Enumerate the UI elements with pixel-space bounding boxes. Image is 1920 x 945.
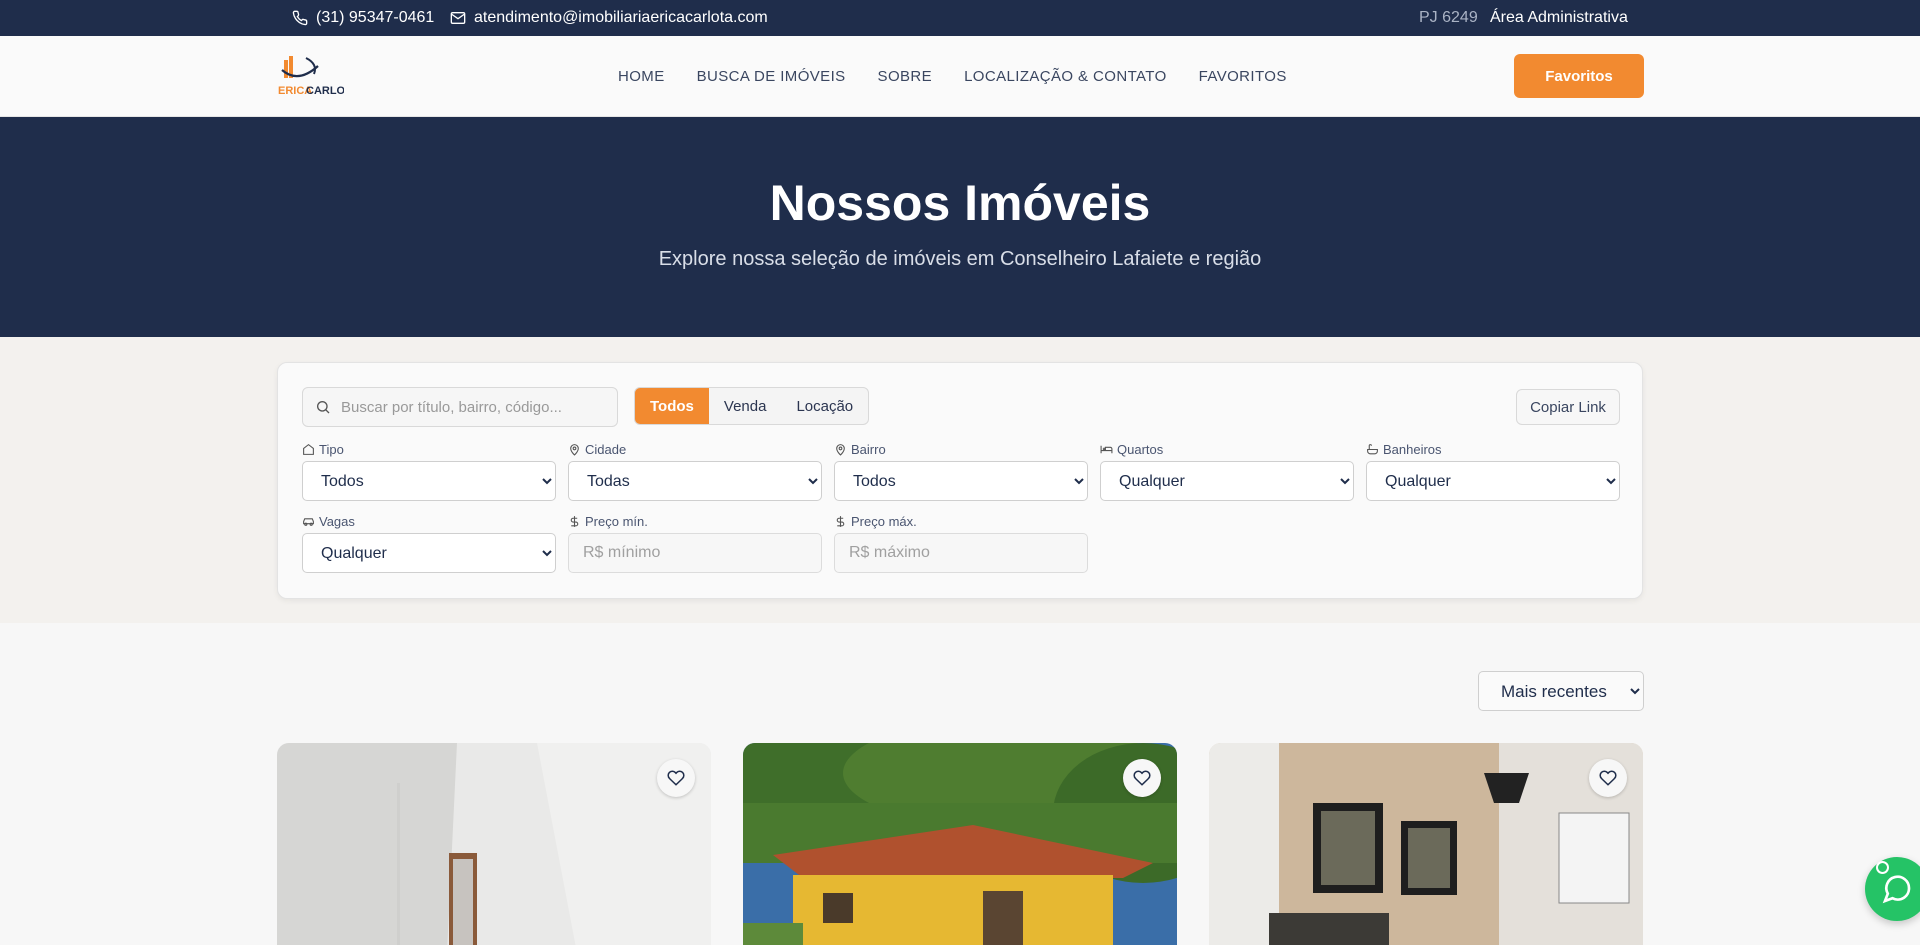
main-nav: HOME BUSCA DE IMÓVEIS SOBRE LOCALIZAÇÃO … <box>618 36 1287 117</box>
map-pin-icon <box>836 443 845 456</box>
segment-todos[interactable]: Todos <box>635 388 709 424</box>
phone-contact[interactable]: (31) 95347-0461 <box>292 0 434 36</box>
email-text: atendimento@imobiliariaericacarlota.com <box>474 9 768 26</box>
copy-link-button[interactable]: Copiar Link <box>1516 389 1620 425</box>
property-card[interactable] <box>277 743 711 945</box>
page-subtitle: Explore nossa seleção de imóveis em Cons… <box>658 248 1262 270</box>
nav-localizacao[interactable]: LOCALIZAÇÃO & CONTATO <box>964 68 1167 85</box>
property-card[interactable] <box>743 743 1177 945</box>
vagas-select[interactable]: Qualquer <box>302 533 556 573</box>
nav-home[interactable]: HOME <box>618 68 665 85</box>
search-input[interactable] <box>341 398 601 416</box>
home-icon <box>303 443 314 455</box>
bath-icon <box>1367 443 1378 454</box>
car-icon <box>303 517 314 526</box>
nav-busca[interactable]: BUSCA DE IMÓVEIS <box>697 68 846 85</box>
bairro-label: Bairro <box>851 441 886 457</box>
segment-locacao[interactable]: Locação <box>781 388 868 424</box>
cidade-select[interactable]: Todas <box>568 461 822 501</box>
heart-icon <box>1599 770 1617 786</box>
pj-number: PJ 6249 <box>1419 9 1478 26</box>
bairro-field: Bairro Todos <box>834 441 1088 501</box>
quartos-label: Quartos <box>1117 441 1164 457</box>
heart-icon <box>667 770 685 786</box>
property-photo <box>277 743 711 945</box>
mail-icon <box>450 12 466 24</box>
filter-card: Todos Venda Locação Copiar Link Tipo Tod… <box>277 362 1643 599</box>
property-photo <box>1209 743 1643 945</box>
listing-type-toggle: Todos Venda Locação <box>634 387 870 425</box>
quartos-field: Quartos Qualquer <box>1100 441 1354 501</box>
top-bar: (31) 95347-0461 atendimento@imobiliariae… <box>0 0 1920 36</box>
dollar-icon <box>570 515 579 527</box>
preco-max-label: Preço máx. <box>851 513 917 529</box>
property-photo <box>743 743 1177 945</box>
tipo-select[interactable]: Todos <box>302 461 556 501</box>
bairro-select[interactable]: Todos <box>834 461 1088 501</box>
whatsapp-chat-button[interactable] <box>1865 857 1920 921</box>
hero-banner: Nossos Imóveis Explore nossa seleção de … <box>0 117 1920 337</box>
site-header: ERICA CARLOTA HOME BUSCA DE IMÓVEIS SOBR… <box>0 36 1920 117</box>
banheiros-label: Banheiros <box>1383 441 1442 457</box>
company-logo[interactable]: ERICA CARLOTA <box>278 54 344 100</box>
phone-text: (31) 95347-0461 <box>316 9 435 26</box>
email-contact[interactable]: atendimento@imobiliariaericacarlota.com <box>450 0 768 36</box>
map-pin-icon <box>570 443 579 456</box>
heart-icon <box>1133 770 1151 786</box>
page-title: Nossos Imóveis <box>769 175 1151 231</box>
preco-min-label: Preço mín. <box>585 513 648 529</box>
search-icon <box>317 401 330 414</box>
tipo-field: Tipo Todos <box>302 441 556 501</box>
favorites-button[interactable]: Favoritos <box>1514 54 1644 98</box>
quartos-select[interactable]: Qualquer <box>1100 461 1354 501</box>
dollar-icon <box>836 515 845 527</box>
banheiros-field: Banheiros Qualquer <box>1366 441 1620 501</box>
nav-sobre[interactable]: SOBRE <box>878 68 933 85</box>
vagas-label: Vagas <box>319 513 355 529</box>
phone-icon <box>292 10 308 26</box>
segment-venda[interactable]: Venda <box>709 388 782 424</box>
sort-select[interactable]: Mais recentes <box>1478 671 1644 711</box>
tipo-label: Tipo <box>319 441 344 457</box>
bed-icon <box>1100 445 1113 453</box>
logo-text-carlota: CARLOTA <box>306 85 344 97</box>
preco-min-field: Preço mín. <box>568 513 822 573</box>
banheiros-select[interactable]: Qualquer <box>1366 461 1620 501</box>
preco-min-input[interactable] <box>568 533 822 573</box>
preco-max-input[interactable] <box>834 533 1088 573</box>
property-card[interactable] <box>1209 743 1643 945</box>
search-box <box>302 387 618 427</box>
cidade-label: Cidade <box>585 441 627 457</box>
favorite-toggle[interactable] <box>1589 759 1627 797</box>
preco-max-field: Preço máx. <box>834 513 1088 573</box>
nav-favoritos[interactable]: FAVORITOS <box>1199 68 1287 85</box>
favorite-toggle[interactable] <box>657 759 695 797</box>
online-indicator <box>1876 861 1889 874</box>
admin-link[interactable]: Área Administrativa <box>1490 0 1628 36</box>
vagas-field: Vagas Qualquer <box>302 513 556 573</box>
chat-bubble-icon <box>1882 875 1911 904</box>
favorite-toggle[interactable] <box>1123 759 1161 797</box>
cidade-field: Cidade Todas <box>568 441 822 501</box>
